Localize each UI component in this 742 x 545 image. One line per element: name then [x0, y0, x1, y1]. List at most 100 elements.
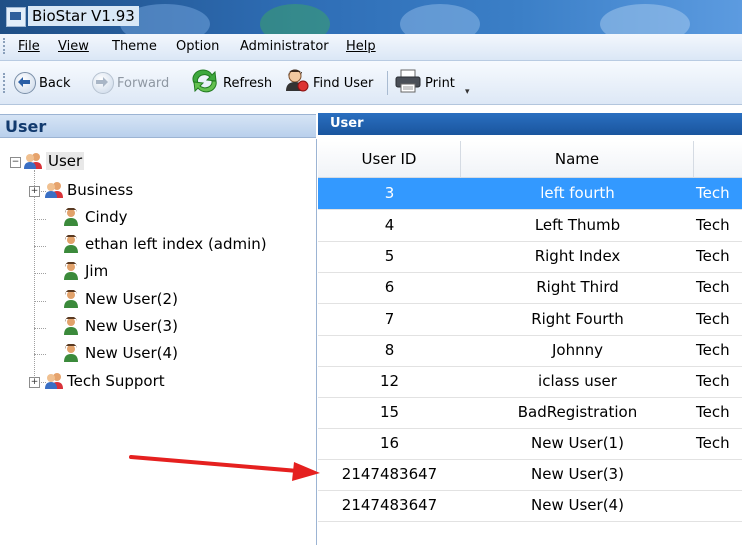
tree-node-label: New User(3) [85, 317, 178, 335]
toolbar-overflow-icon[interactable]: ▾ [465, 87, 470, 97]
user-icon [62, 234, 80, 253]
tree-node-new-user-2[interactable]: New User(2) [62, 288, 178, 310]
user-table[interactable]: User ID Name 3 left fourth Tech 4 Left T… [318, 136, 742, 545]
back-arrow-icon [14, 72, 36, 94]
cell-group: Tech [696, 372, 730, 390]
cell-group [696, 459, 742, 490]
table-row[interactable]: 16 New User(1) Tech [318, 428, 742, 460]
titlebar-decoration [400, 4, 480, 34]
table-row[interactable]: 5 Right Index Tech [318, 241, 742, 273]
cell-name: iclass user [538, 372, 617, 390]
table-row[interactable]: 2147483647 New User(4) [318, 490, 742, 522]
tree-node-label: Jim [85, 262, 109, 280]
back-label: Back [39, 75, 71, 91]
user-icon [62, 289, 80, 308]
printer-icon [394, 69, 422, 97]
menu-theme[interactable]: Theme [112, 39, 157, 54]
find-user-icon [284, 69, 310, 97]
tree-node-root[interactable]: User [23, 150, 85, 172]
cell-name: Right Index [534, 247, 621, 265]
column-header-name[interactable]: Name [461, 141, 694, 177]
user-icon [62, 316, 80, 335]
menu-view[interactable]: View [58, 39, 89, 54]
user-tree[interactable]: − User + Business Cindy ethan left index… [0, 139, 317, 545]
cell-group: Tech [696, 184, 730, 202]
tree-line [34, 170, 35, 382]
cell-user-id: 2147483647 [341, 496, 438, 514]
toolbar-grip[interactable] [3, 73, 8, 93]
menu-option[interactable]: Option [176, 39, 219, 54]
table-row[interactable]: 8 Johnny Tech [318, 335, 742, 367]
find-user-button[interactable]: Find User [284, 69, 374, 97]
print-label: Print [425, 75, 455, 91]
cell-user-id: 15 [379, 403, 400, 421]
cell-name: Right Fourth [531, 310, 624, 328]
menu-help[interactable]: Help [346, 39, 376, 54]
tree-collapse-toggle[interactable]: − [10, 157, 21, 168]
cell-group: Tech [696, 310, 730, 328]
tree-node-jim[interactable]: Jim [62, 260, 108, 282]
cell-name: Johnny [552, 341, 603, 359]
tree-node-label: Business [67, 181, 134, 199]
tree-node-label: Tech Support [67, 372, 165, 390]
tree-line [34, 219, 46, 220]
cell-user-id: 5 [384, 247, 395, 265]
column-header-user-id[interactable]: User ID [318, 141, 461, 177]
tree-node-business[interactable]: Business [44, 179, 133, 201]
cell-name: New User(4) [531, 496, 624, 514]
table-row[interactable]: 15 BadRegistration Tech [318, 397, 742, 429]
menu-grip[interactable] [3, 38, 8, 54]
cell-group: Tech [696, 434, 730, 452]
tree-node-cindy[interactable]: Cindy [62, 206, 128, 228]
tree-root-label: User [46, 152, 85, 170]
refresh-icon [190, 69, 220, 97]
forward-label: Forward [117, 75, 170, 91]
tree-line [34, 246, 46, 247]
tree-line [34, 354, 46, 355]
cell-group: Tech [696, 216, 730, 234]
find-user-label: Find User [313, 75, 374, 91]
window-title: BioStar V1.93 [28, 6, 139, 26]
tree-node-new-user-4[interactable]: New User(4) [62, 342, 178, 364]
table-row[interactable]: 6 Right Third Tech [318, 272, 742, 304]
back-button[interactable]: Back [14, 71, 71, 95]
cell-name: Right Third [536, 278, 619, 296]
cell-user-id: 12 [379, 372, 400, 390]
tree-node-label: Cindy [85, 208, 128, 226]
tree-line [34, 301, 46, 302]
table-row[interactable]: 7 Right Fourth Tech [318, 304, 742, 336]
refresh-button[interactable]: Refresh [190, 69, 272, 97]
forward-button[interactable]: Forward [92, 71, 169, 95]
tree-node-tech-support[interactable]: Tech Support [44, 370, 165, 392]
user-icon [62, 343, 80, 362]
cell-user-id: 4 [384, 216, 395, 234]
menu-file[interactable]: File [18, 39, 40, 54]
titlebar-decoration [600, 4, 690, 34]
cell-user-id: 16 [379, 434, 400, 452]
table-row[interactable]: 2147483647 New User(3) [318, 459, 742, 491]
user-tree-header: User [0, 114, 316, 138]
tree-node-new-user-3[interactable]: New User(3) [62, 315, 178, 337]
tree-expand-toggle[interactable]: + [29, 377, 40, 388]
user-icon [62, 261, 80, 280]
tree-node-label: ethan left index (admin) [85, 235, 267, 253]
menu-administrator[interactable]: Administrator [240, 39, 329, 54]
cell-name: left fourth [540, 184, 615, 202]
tree-line [34, 273, 46, 274]
table-row[interactable]: 12 iclass user Tech [318, 366, 742, 398]
table-row[interactable]: 3 left fourth Tech [318, 178, 742, 210]
cell-user-id: 3 [384, 184, 395, 202]
column-header-group[interactable] [694, 141, 742, 177]
tree-expand-toggle[interactable]: + [29, 186, 40, 197]
cell-name: New User(1) [531, 434, 624, 452]
tree-node-ethan[interactable]: ethan left index (admin) [62, 233, 267, 255]
forward-arrow-icon [92, 72, 114, 94]
cell-user-id: 2147483647 [341, 465, 438, 483]
table-row[interactable]: 4 Left Thumb Tech [318, 210, 742, 242]
menu-bar: File View Theme Option Administrator Hel… [0, 34, 742, 61]
titlebar-decoration [260, 4, 330, 34]
user-group-icon [44, 372, 63, 390]
print-button[interactable]: Print [394, 69, 455, 97]
title-bar: BioStar V1.93 [0, 0, 742, 34]
cell-user-id: 8 [384, 341, 395, 359]
